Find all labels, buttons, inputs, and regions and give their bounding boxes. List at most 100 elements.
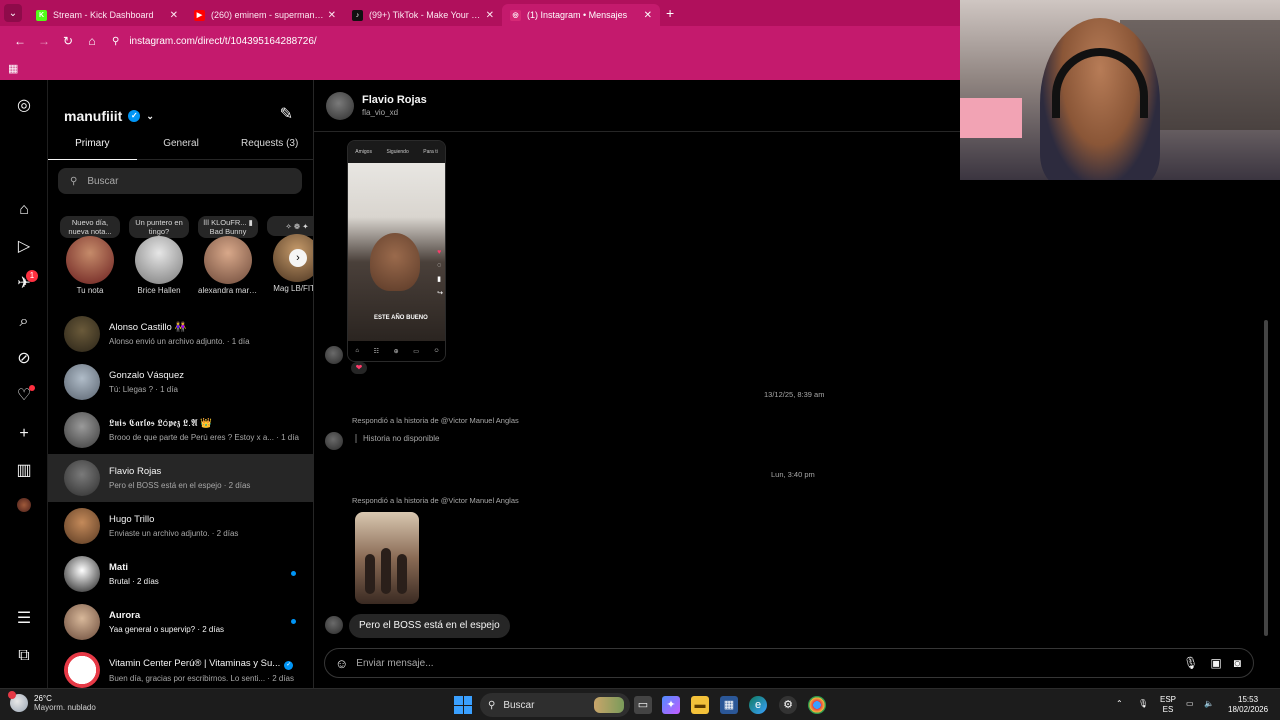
also-from-meta-icon[interactable]: ⧉ bbox=[14, 646, 34, 666]
inbox-tab-2[interactable]: Requests (3) bbox=[225, 132, 313, 160]
profile-avatar-icon[interactable] bbox=[14, 498, 34, 518]
close-tab-icon[interactable]: ✕ bbox=[486, 10, 494, 21]
chat-scrollbar[interactable] bbox=[1264, 320, 1268, 636]
reels-nav-icon[interactable]: ▷ bbox=[14, 237, 34, 257]
clock-date: 18/02/2026 bbox=[1228, 705, 1269, 714]
kick-icon: K bbox=[36, 9, 47, 21]
sender-avatar[interactable] bbox=[325, 616, 343, 634]
reaction-heart[interactable]: ❤ bbox=[351, 362, 367, 374]
close-tab-icon[interactable]: ✕ bbox=[644, 10, 652, 21]
language-indicator[interactable]: ESP ES bbox=[1160, 695, 1176, 715]
task-view-icon[interactable]: ▭ bbox=[634, 696, 652, 714]
browser-tab[interactable]: ◎ (1) Instagram • Mensajes ✕ bbox=[502, 4, 660, 26]
apps-grid-icon[interactable]: ▦ bbox=[8, 62, 18, 75]
edge-browser-icon[interactable]: e bbox=[749, 696, 767, 714]
home-icon[interactable]: ⌂ bbox=[80, 34, 104, 48]
inbox-tab-1[interactable]: General bbox=[136, 132, 226, 160]
create-plus-icon[interactable]: + bbox=[14, 424, 34, 444]
note-item[interactable]: Nuevo día, nueva nota... Tu nota bbox=[60, 216, 120, 295]
story-reply-label: Respondió a la historia de @Victor Manue… bbox=[352, 496, 519, 505]
sender-avatar[interactable] bbox=[325, 432, 343, 450]
tray-microphone-icon[interactable]: 🎙 bbox=[1138, 699, 1148, 709]
forward-arrow-icon[interactable]: → bbox=[32, 34, 56, 48]
weather-description: Mayorm. nublado bbox=[34, 703, 96, 712]
more-menu-icon[interactable]: ☰ bbox=[14, 609, 34, 629]
address-bar[interactable]: ⚲ instagram.com/direct/t/104395164288726… bbox=[112, 36, 317, 47]
image-icon[interactable]: ▣ bbox=[1210, 656, 1221, 670]
message-bubble[interactable]: Pero el BOSS está en el espejo bbox=[349, 614, 510, 638]
thread-name: 𝕷𝖚𝖎𝖘 𝕮𝖆𝖗𝖑𝖔𝖘 𝕷ó𝖕𝖊𝖟 𝕷.𝕬 👑 bbox=[109, 418, 213, 429]
verified-badge-icon: ✓ bbox=[284, 660, 294, 670]
account-switcher[interactable]: manufiiit ✓ ⌄ bbox=[64, 108, 154, 124]
compose-message-icon[interactable]: ✎ bbox=[280, 104, 293, 124]
new-tab-button[interactable]: + bbox=[666, 5, 674, 21]
inbox-search-input[interactable] bbox=[87, 175, 268, 187]
emoji-icon[interactable]: ☺ bbox=[335, 656, 348, 671]
copilot-icon[interactable]: ✦ bbox=[662, 696, 680, 714]
start-windows-icon[interactable] bbox=[454, 696, 472, 714]
chat-header-name[interactable]: Flavio Rojas bbox=[362, 94, 427, 106]
thread-item[interactable]: 𝕷𝖚𝖎𝖘 𝕮𝖆𝖗𝖑𝖔𝖘 𝕷ó𝖕𝖊𝖟 𝕷.𝕬 👑 Brooo de que part… bbox=[48, 406, 313, 454]
thread-item[interactable]: Vitamin Center Perú® | Vitaminas y Su...… bbox=[48, 646, 313, 688]
speaker-icon[interactable]: 🔈 bbox=[1204, 699, 1214, 709]
microphone-icon[interactable]: 🎙 bbox=[1183, 656, 1198, 670]
microsoft-store-icon[interactable]: ▦ bbox=[720, 696, 738, 714]
file-explorer-icon[interactable]: ▬ bbox=[691, 696, 709, 714]
sender-avatar[interactable] bbox=[325, 346, 343, 364]
display-icon[interactable]: ▭ bbox=[1186, 699, 1194, 709]
reel-side-actions: ♥ ◌ ▮ ↪ bbox=[437, 249, 443, 297]
note-item[interactable]: Un puntero en tingo? Brice Hallen bbox=[129, 216, 189, 295]
inbox-search[interactable]: ⚲ bbox=[58, 168, 302, 194]
close-tab-icon[interactable]: ✕ bbox=[328, 10, 336, 21]
search-nav-icon[interactable]: ⌕ bbox=[14, 312, 34, 332]
message-input[interactable] bbox=[356, 657, 1184, 669]
chat-header-avatar[interactable] bbox=[326, 91, 354, 120]
browser-tab-title: (1) Instagram • Mensajes bbox=[527, 10, 628, 20]
settings-gear-icon[interactable]: ⚙ bbox=[779, 696, 797, 714]
instagram-logo-icon[interactable]: ◎ bbox=[14, 96, 34, 116]
thread-item[interactable]: Gonzalo Vásquez Tú: Llegas ? · 1 día bbox=[48, 358, 313, 406]
explore-nav-icon[interactable]: ⊘ bbox=[14, 349, 34, 369]
notes-next-arrow-icon[interactable]: › bbox=[289, 249, 307, 267]
thread-item[interactable]: Alonso Castillo 👭 Alonso envió un archivo… bbox=[48, 310, 313, 358]
sticker-icon[interactable]: ◙ bbox=[1234, 656, 1241, 670]
weather-widget[interactable]: 26°C Mayorm. nublado bbox=[8, 691, 96, 712]
taskbar-search-label: Buscar bbox=[503, 699, 535, 711]
thread-avatar bbox=[64, 412, 100, 448]
message-composer[interactable]: ☺ 🎙 ▣ ◙ bbox=[324, 648, 1254, 678]
shared-reel[interactable]: Amigos Siguiendo Para ti ESTE AÑO BUENO … bbox=[347, 140, 446, 362]
messages-nav-icon[interactable]: ✈ 1 bbox=[14, 270, 38, 294]
note-item[interactable]: ǀǀǀ KLOuFR... ▮ Bad Bunny alexandra marti… bbox=[198, 216, 258, 295]
keyboard-layout: ES bbox=[1162, 705, 1174, 714]
story-unavailable: Historia no disponible bbox=[355, 434, 440, 443]
chat-header-username: fla_vio_xd bbox=[362, 108, 399, 117]
weather-cloud-icon bbox=[8, 691, 28, 712]
browser-tab[interactable]: ▶ (260) eminem - superman feat. ✕ bbox=[186, 4, 344, 26]
thread-item[interactable]: Mati Brutal · 2 días bbox=[48, 550, 313, 598]
thread-item[interactable]: Hugo Trillo Enviaste un archivo adjunto. … bbox=[48, 502, 313, 550]
browser-tab[interactable]: K Stream - Kick Dashboard ✕ bbox=[28, 4, 186, 26]
chrome-browser-icon[interactable] bbox=[808, 696, 826, 714]
home-nav-icon[interactable]: ⌂ bbox=[14, 200, 34, 220]
browser-tab[interactable]: ♪ (99+) TikTok - Make Your Day ✕ bbox=[344, 4, 502, 26]
clock[interactable]: 15:53 18/02/2026 bbox=[1228, 695, 1268, 715]
story-thumbnail[interactable] bbox=[355, 512, 419, 604]
thread-item[interactable]: Aurora Yaa general o supervip? · 2 días bbox=[48, 598, 313, 646]
reel-tab-following: Siguiendo bbox=[386, 149, 409, 155]
taskbar-search[interactable]: ⚲ Buscar bbox=[480, 693, 630, 717]
thread-avatar bbox=[64, 508, 100, 544]
inbox-tab-0[interactable]: Primary bbox=[48, 132, 137, 160]
close-tab-icon[interactable]: ✕ bbox=[170, 10, 178, 21]
tray-overflow-icon[interactable]: ⌃ bbox=[1116, 699, 1123, 709]
notifications-heart-icon[interactable]: ♡ bbox=[14, 385, 35, 406]
back-arrow-icon[interactable]: ← bbox=[8, 34, 32, 48]
thread-name: Mati bbox=[109, 562, 128, 573]
reload-icon[interactable]: ↻ bbox=[56, 34, 80, 48]
webcam-overlay bbox=[960, 0, 1280, 180]
reel-friends-icon: ☷ bbox=[373, 348, 379, 355]
thread-item[interactable]: Flavio Rojas Pero el BOSS está en el espe… bbox=[48, 454, 313, 502]
tab-search-button[interactable]: ⌄ bbox=[4, 4, 22, 22]
site-info-icon[interactable]: ⚲ bbox=[112, 36, 119, 47]
dashboard-icon[interactable]: ▥ bbox=[14, 461, 34, 481]
thread-avatar bbox=[64, 556, 100, 592]
